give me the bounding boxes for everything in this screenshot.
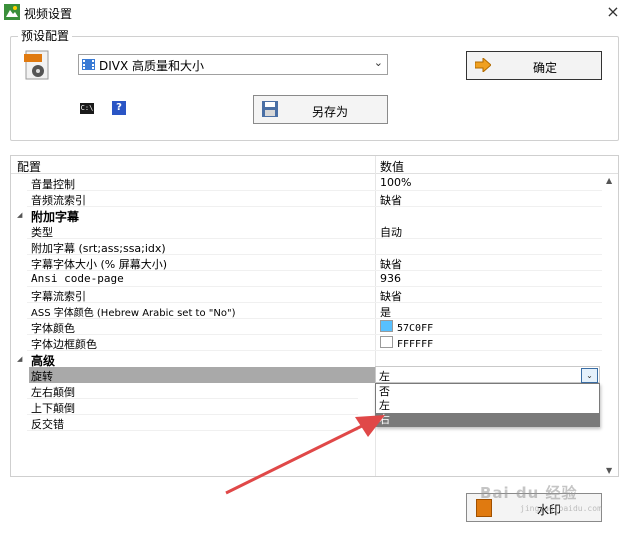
rotate-dropdown-value: 左 bbox=[379, 370, 390, 383]
brand-watermark-url: jingyan.baidu.com bbox=[520, 504, 602, 513]
grid-row-border-color[interactable]: 字体边框颜色 FFFFFF bbox=[11, 335, 602, 351]
film-icon bbox=[82, 59, 95, 70]
grid-row-font-color[interactable]: 字体颜色 57C0FF bbox=[11, 319, 602, 335]
rotate-dropdown[interactable]: 左 ⌄ bbox=[375, 366, 600, 383]
scroll-down-icon[interactable]: ▼ bbox=[606, 466, 612, 475]
grid-row-code-page[interactable]: Ansi code-page 936 bbox=[11, 271, 602, 287]
ok-button[interactable]: 确定 bbox=[466, 51, 602, 80]
dropdown-option-no[interactable]: 否 bbox=[376, 385, 599, 399]
chevron-down-icon: ⌄ bbox=[373, 56, 383, 69]
preset-group-legend: 预设配置 bbox=[18, 27, 73, 44]
ok-button-label: 确定 bbox=[533, 61, 558, 75]
brand-watermark: Bai du 经验 bbox=[480, 484, 578, 502]
save-as-label: 另存为 bbox=[312, 105, 349, 119]
property-grid: 配置 数值 音量控制 100% 音频流索引 缺省 ◢ 附加字幕 类型 自动 附加… bbox=[10, 155, 619, 477]
grid-row-type[interactable]: 类型 自动 bbox=[11, 223, 602, 239]
column-header-value[interactable]: 数值 bbox=[380, 158, 404, 175]
grid-category-subtitles[interactable]: ◢ 附加字幕 bbox=[11, 207, 602, 224]
arrow-right-icon bbox=[475, 58, 491, 72]
window-title: 视频设置 bbox=[24, 7, 73, 21]
grid-row-subtitle-file[interactable]: 附加字幕 (srt;ass;ssa;idx) bbox=[11, 239, 602, 255]
chevron-down-icon[interactable]: ⌄ bbox=[581, 368, 598, 383]
mp4-file-icon bbox=[24, 50, 49, 80]
collapse-icon[interactable]: ◢ bbox=[17, 211, 22, 219]
help-icon[interactable]: ? bbox=[112, 101, 126, 115]
title-bar: 视频设置 × bbox=[0, 0, 629, 26]
close-button[interactable]: × bbox=[603, 2, 623, 22]
save-as-button[interactable]: 另存为 bbox=[253, 95, 388, 124]
grid-category-advanced[interactable]: ◢ 高级 bbox=[11, 351, 602, 368]
color-swatch[interactable] bbox=[380, 336, 393, 348]
vertical-scrollbar[interactable]: ▲ ▼ bbox=[604, 174, 618, 476]
grid-row-font-size[interactable]: 字幕字体大小 (% 屏幕大小) 缺省 bbox=[11, 255, 602, 271]
grid-row-subtitle-stream[interactable]: 字幕流索引 缺省 bbox=[11, 287, 602, 303]
collapse-icon[interactable]: ◢ bbox=[17, 355, 22, 363]
dropdown-option-right[interactable]: 右 bbox=[376, 413, 599, 427]
color-swatch[interactable] bbox=[380, 320, 393, 332]
app-icon bbox=[4, 4, 20, 20]
preset-select[interactable]: DIVX 高质量和大小 ⌄ bbox=[78, 54, 388, 75]
dropdown-option-left[interactable]: 左 bbox=[376, 399, 599, 413]
grid-row-ass-font-color[interactable]: ASS 字体颜色 (Hebrew Arabic set to "No") 是 bbox=[11, 303, 602, 319]
floppy-disk-icon bbox=[262, 101, 278, 117]
command-prompt-icon[interactable]: C:\ bbox=[80, 103, 94, 114]
grid-row-audio-stream[interactable]: 音频流索引 缺省 bbox=[11, 191, 602, 207]
preset-select-value: DIVX 高质量和大小 bbox=[99, 59, 205, 73]
rotate-dropdown-list: 否 左 右 bbox=[375, 383, 600, 427]
scroll-up-icon[interactable]: ▲ bbox=[606, 176, 612, 185]
grid-row-volume[interactable]: 音量控制 100% bbox=[11, 175, 602, 191]
column-header-config[interactable]: 配置 bbox=[17, 158, 41, 175]
grid-header: 配置 数值 bbox=[11, 156, 618, 175]
